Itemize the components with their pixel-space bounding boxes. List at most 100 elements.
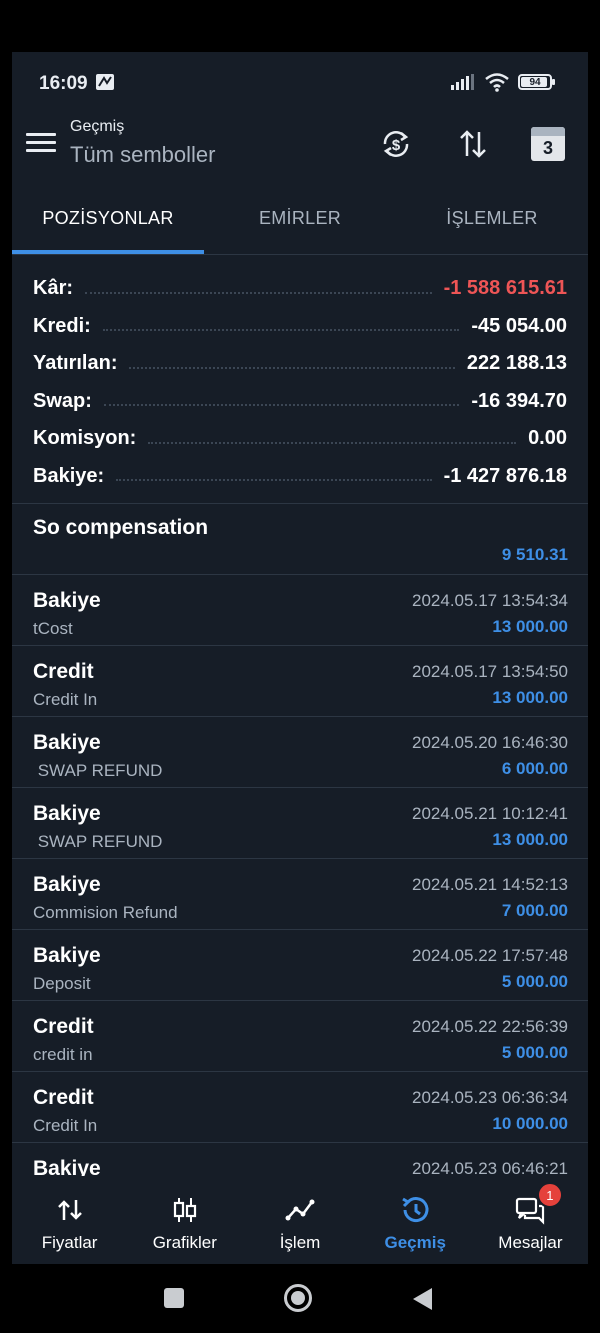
symbol-selector[interactable]: Tüm semboller — [70, 142, 215, 168]
row-title: So compensation — [33, 516, 209, 539]
summary-row-profit: Kâr: -1 588 615.61 — [12, 270, 588, 308]
row-amount: 13 000.00 — [492, 688, 568, 707]
row-title: Bakiye — [33, 873, 101, 896]
summary-row-swap: Swap: -16 394.70 — [12, 383, 588, 421]
row-title: Credit — [33, 1086, 94, 1109]
nav-grafikler[interactable]: Grafikler — [127, 1176, 242, 1264]
row-amount: 5 000.00 — [501, 1043, 568, 1062]
list-item[interactable]: Bakiye SWAP REFUND 2024.05.20 16:46:30 6… — [12, 717, 588, 788]
nav-label: İşlem — [279, 1233, 321, 1252]
row-comment: credit in — [33, 1045, 93, 1064]
svg-text:$: $ — [392, 137, 401, 154]
wifi-icon — [485, 73, 509, 92]
calendar-button[interactable]: 3 — [528, 124, 568, 164]
menu-button[interactable] — [26, 130, 56, 156]
row-date: 2024.05.17 13:54:34 — [412, 591, 568, 610]
home-button[interactable] — [283, 1283, 313, 1318]
row-title: Credit — [33, 660, 94, 683]
signal-icon — [451, 74, 474, 90]
row-date: 2024.05.23 06:36:34 — [412, 1088, 568, 1107]
tab-pozisyonlar[interactable]: POZİSYONLAR — [12, 192, 204, 254]
row-amount: 7 000.00 — [501, 901, 568, 920]
header-subtitle: Geçmiş — [70, 118, 125, 135]
row-amount: 5 000.00 — [501, 972, 568, 991]
row-amount: 13 000.00 — [492, 830, 568, 849]
nav-mesajlar[interactable]: 1 Mesajlar — [473, 1176, 588, 1264]
summary-row-balance: Bakiye: -1 427 876.18 — [12, 458, 588, 496]
list-item[interactable]: Credit Credit In 2024.05.17 13:54:50 13 … — [12, 646, 588, 717]
row-amount: 6 000.00 — [501, 759, 568, 778]
currency-exchange-button[interactable]: $ — [376, 124, 416, 164]
summary-label: Kâr: — [33, 277, 74, 300]
summary-label: Komisyon: — [33, 427, 137, 450]
sort-button[interactable] — [453, 124, 493, 164]
list-item[interactable]: Bakiye tCost 2024.05.17 13:54:34 13 000.… — [12, 575, 588, 646]
row-comment: Commision Refund — [33, 903, 178, 922]
nav-label: Grafikler — [152, 1233, 217, 1252]
currency-exchange-icon: $ — [383, 131, 409, 157]
home-circle-icon — [284, 1284, 312, 1312]
app-header: Geçmiş Tüm semboller $ 3 — [12, 112, 588, 178]
tab-divider — [12, 254, 588, 255]
row-date: 2024.05.22 22:56:39 — [412, 1017, 568, 1036]
row-title: Bakiye — [33, 944, 101, 967]
list-item[interactable]: Bakiye SWAP REFUND 2024.05.21 10:12:41 1… — [12, 788, 588, 859]
row-title: Bakiye — [33, 589, 101, 612]
summary-value: 222 188.13 — [466, 352, 567, 375]
system-nav-bar — [0, 1264, 600, 1333]
bottom-nav: Fiyatlar Grafikler İşlem Geçmiş 1 Mesajl… — [12, 1176, 588, 1264]
row-comment: Deposit — [33, 974, 91, 993]
row-title: Bakiye — [33, 802, 101, 825]
summary-label: Bakiye: — [33, 464, 105, 487]
summary-row-deposit: Yatırılan: 222 188.13 — [12, 345, 588, 383]
nav-label: Mesajlar — [498, 1233, 563, 1252]
trade-line-icon — [285, 1199, 315, 1221]
summary-value: -1 427 876.18 — [443, 464, 567, 487]
summary-value: -1 588 615.61 — [443, 277, 567, 300]
back-button[interactable] — [410, 1286, 434, 1317]
row-date: 2024.05.21 10:12:41 — [412, 804, 568, 823]
row-comment: Credit In — [33, 1116, 98, 1135]
list-item[interactable]: Bakiye Commision Refund 2024.05.21 14:52… — [12, 859, 588, 930]
nav-label: Fiyatlar — [41, 1233, 98, 1252]
status-time: 16:09 — [39, 73, 115, 95]
battery-level: 94 — [529, 76, 541, 88]
sort-arrows-icon — [460, 130, 486, 158]
row-date: 2024.05.20 16:46:30 — [412, 733, 568, 752]
list-item[interactable]: Credit Credit In 2024.05.23 06:36:34 10 … — [12, 1072, 588, 1143]
summary-row-credit: Kredi: -45 054.00 — [12, 308, 588, 346]
transaction-list: So compensation 9 510.31 Bakiye tCost 20… — [12, 504, 588, 1214]
row-amount: 10 000.00 — [492, 1114, 568, 1133]
square-icon — [164, 1288, 184, 1308]
clock-text: 16:09 — [39, 73, 88, 94]
summary-value: -45 054.00 — [471, 314, 567, 337]
arrows-updown-icon — [57, 1200, 82, 1220]
tab-emirler[interactable]: EMİRLER — [204, 192, 396, 254]
tab-islemler[interactable]: İŞLEMLER — [396, 192, 588, 254]
row-title: Bakiye — [33, 731, 101, 754]
back-triangle-icon — [413, 1288, 432, 1310]
history-icon — [402, 1197, 429, 1223]
row-comment: SWAP REFUND — [33, 832, 163, 851]
calendar-day: 3 — [542, 138, 553, 158]
row-comment: Credit In — [33, 690, 98, 709]
summary-value: 0.00 — [528, 427, 567, 450]
recents-button[interactable] — [162, 1286, 186, 1315]
list-item[interactable]: Credit credit in 2024.05.22 22:56:39 5 0… — [12, 1001, 588, 1072]
row-amount: 9 510.31 — [501, 545, 568, 564]
nav-gecmis[interactable]: Geçmiş — [358, 1176, 473, 1264]
nav-label: Geçmiş — [384, 1233, 446, 1252]
summary-panel: Kâr: -1 588 615.61 Kredi: -45 054.00 Yat… — [12, 270, 588, 495]
summary-label: Kredi: — [33, 314, 91, 337]
app-screen: 16:09 94 Geçmiş Tüm semboller $ 3 POZİSY… — [12, 52, 588, 1264]
nav-fiyatlar[interactable]: Fiyatlar — [12, 1176, 127, 1264]
nav-islem[interactable]: İşlem — [242, 1176, 357, 1264]
compensation-row[interactable]: So compensation 9 510.31 — [12, 504, 588, 575]
candlestick-icon — [173, 1198, 196, 1222]
list-item[interactable]: Bakiye Deposit 2024.05.22 17:57:48 5 000… — [12, 930, 588, 1001]
row-date: 2024.05.21 14:52:13 — [412, 875, 568, 894]
row-amount: 13 000.00 — [492, 617, 568, 636]
row-date: 2024.05.17 13:54:50 — [412, 662, 568, 681]
row-title: Credit — [33, 1015, 94, 1038]
tab-bar: POZİSYONLAR EMİRLER İŞLEMLER — [12, 192, 588, 254]
